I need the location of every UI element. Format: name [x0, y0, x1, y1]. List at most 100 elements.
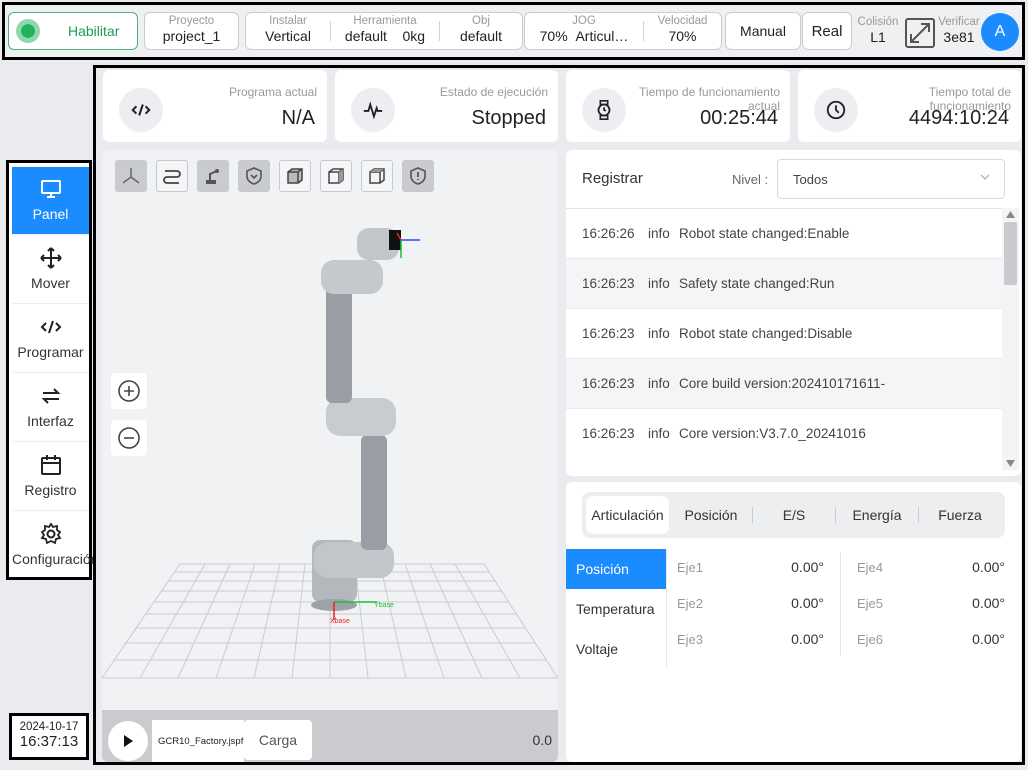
gear-icon	[39, 522, 63, 546]
scroll-up-icon[interactable]	[1005, 210, 1016, 219]
watch-icon	[582, 88, 626, 132]
current-program-label: Programa actual	[228, 85, 317, 99]
log-row: 16:26:26 info Robot state changed:Enable	[566, 209, 1002, 259]
jog-label: JOG	[572, 15, 596, 27]
sidebar-item-move[interactable]: Mover	[12, 236, 89, 304]
sidebar-item-label: Mover	[31, 275, 70, 291]
top-status-bar: Habilitar Proyecto project_1 Instalar Ve…	[2, 2, 1025, 60]
project-value: project_1	[162, 28, 221, 44]
current-program-card: Programa actual N/A	[103, 70, 327, 142]
execution-state-label: Estado de ejecución	[439, 85, 548, 99]
joint-value: 0.00°	[972, 559, 1005, 575]
tool-label: Herramienta	[353, 15, 417, 27]
manual-mode-button[interactable]: Manual	[725, 12, 801, 50]
subnav-temperature[interactable]: Temperatura	[566, 589, 666, 629]
joint-value: 0.00°	[972, 631, 1005, 647]
swap-icon	[39, 384, 63, 408]
scroll-down-icon[interactable]	[1005, 459, 1016, 468]
obj-label: Obj	[472, 15, 490, 27]
sidebar-item-label: Interfaz	[27, 413, 74, 429]
joint-name: Eje1	[677, 560, 704, 575]
current-runtime-value: 00:25:44	[700, 107, 778, 129]
expand-icon[interactable]	[905, 18, 935, 48]
x-axis-label: Xbase	[330, 618, 350, 625]
load-button[interactable]: Carga	[244, 720, 312, 760]
obj-value: default	[459, 28, 503, 44]
play-icon[interactable]	[108, 721, 148, 761]
move-icon	[39, 246, 63, 270]
real-mode-button[interactable]: Real	[802, 12, 852, 50]
verify-label: Verificar	[938, 16, 980, 28]
log-level-value: Todos	[793, 171, 828, 187]
tool-value: default 0kg	[344, 28, 426, 44]
joint-value: 0.00°	[791, 559, 824, 575]
joint-value: 0.00°	[791, 595, 824, 611]
enable-label: Habilitar	[68, 23, 120, 39]
pulse-icon	[351, 88, 395, 132]
execution-state-card: Estado de ejecución Stopped	[335, 70, 558, 142]
speed-value: 70%	[668, 28, 697, 44]
subnav-voltage[interactable]: Voltaje	[566, 629, 666, 669]
divider	[666, 549, 667, 667]
log-row: 16:26:23 info Core build version:202410171…	[566, 359, 1002, 409]
current-program-value: N/A	[281, 107, 315, 129]
tab-position[interactable]: Posición	[670, 496, 752, 534]
robot-scene: Xbase Ybase	[102, 228, 558, 679]
sidebar-item-panel[interactable]: Panel	[12, 167, 89, 235]
project-label: Proyecto	[168, 15, 215, 27]
install-value: Vertical	[265, 28, 311, 44]
project-file-name[interactable]: GCR10_Factory.jspf	[152, 720, 244, 762]
jog-value: 70% Articul…	[539, 28, 629, 44]
collision-label: Colisión	[857, 16, 899, 28]
joint-value: 0.00°	[791, 631, 824, 647]
current-runtime-card: Tiempo de funcionamiento actual 00:25:44	[566, 70, 790, 142]
project-selector[interactable]: Proyecto project_1	[144, 12, 239, 50]
log-row: 16:26:23 info Safety state changed:Run	[566, 259, 1002, 309]
tab-joint[interactable]: Articulación	[586, 496, 669, 534]
code-icon	[119, 88, 163, 132]
sidebar-item-interface[interactable]: Interfaz	[12, 374, 89, 442]
tab-io[interactable]: E/S	[753, 496, 835, 534]
subnav-position[interactable]: Posición	[566, 549, 666, 589]
clock-time: 16:37:13	[19, 733, 79, 750]
monitor-icon	[39, 177, 63, 201]
program-run-bar: GCR10_Factory.jspf Carga 0.0	[102, 710, 558, 762]
tab-energy[interactable]: Energía	[836, 496, 918, 534]
clock-date: 2024-10-17	[19, 721, 79, 733]
log-scrollbar[interactable]	[1002, 208, 1019, 470]
user-avatar[interactable]: A	[981, 13, 1019, 51]
sidebar-item-label: Configuración	[12, 551, 99, 567]
log-level-select[interactable]: Todos	[777, 159, 1005, 199]
total-runtime-card: Tiempo total de funcionamiento 4494:10:2…	[798, 70, 1021, 142]
log-panel: Registrar Nivel : Todos 16:26:26 info Robo…	[566, 150, 1021, 476]
joint-name: Eje3	[677, 632, 704, 647]
log-list[interactable]: 16:26:26 info Robot state changed:Enable 1…	[566, 208, 1002, 458]
log-row: 16:26:23 info Core version:V3.7.0_20241016	[566, 409, 1002, 458]
joint-name: Eje6	[857, 632, 884, 647]
enable-button[interactable]: Habilitar	[8, 12, 138, 50]
install-tool-panel[interactable]: Instalar Vertical Herramienta default 0k…	[245, 12, 523, 50]
sidebar-item-program[interactable]: Programar	[12, 305, 89, 373]
sidebar-item-label: Registro	[24, 482, 77, 498]
sidebar-item-settings[interactable]: Configuración	[12, 512, 99, 580]
sidebar-item-label: Programar	[17, 344, 84, 360]
verify-indicator[interactable]: Verificar 3e81	[937, 12, 981, 50]
sidebar-nav: Panel Mover Programar Interfaz Registro …	[6, 160, 99, 580]
system-clock: 2024-10-17 16:37:13	[9, 713, 89, 760]
run-progress-value: 0.0	[532, 732, 552, 748]
robot-3d-viewport[interactable]: Xbase Ybase GCR10_Factory.jspf Carga 0.0	[102, 150, 558, 762]
clock-icon	[814, 88, 858, 132]
verify-value: 3e81	[943, 29, 975, 45]
tab-force[interactable]: Fuerza	[919, 496, 1001, 534]
install-label: Instalar	[269, 15, 307, 27]
log-level-label: Nivel :	[732, 172, 769, 187]
sidebar-item-log[interactable]: Registro	[12, 443, 89, 511]
collision-value: L1	[870, 29, 886, 45]
y-axis-label: Ybase	[374, 602, 394, 609]
scroll-thumb[interactable]	[1004, 222, 1017, 285]
joint-name: Eje2	[677, 596, 704, 611]
collision-indicator[interactable]: Colisión L1	[855, 12, 901, 50]
total-runtime-value: 4494:10:24	[908, 107, 1009, 129]
jog-speed-panel[interactable]: JOG 70% Articul… Velocidad 70%	[524, 12, 722, 50]
code-icon	[39, 315, 63, 339]
